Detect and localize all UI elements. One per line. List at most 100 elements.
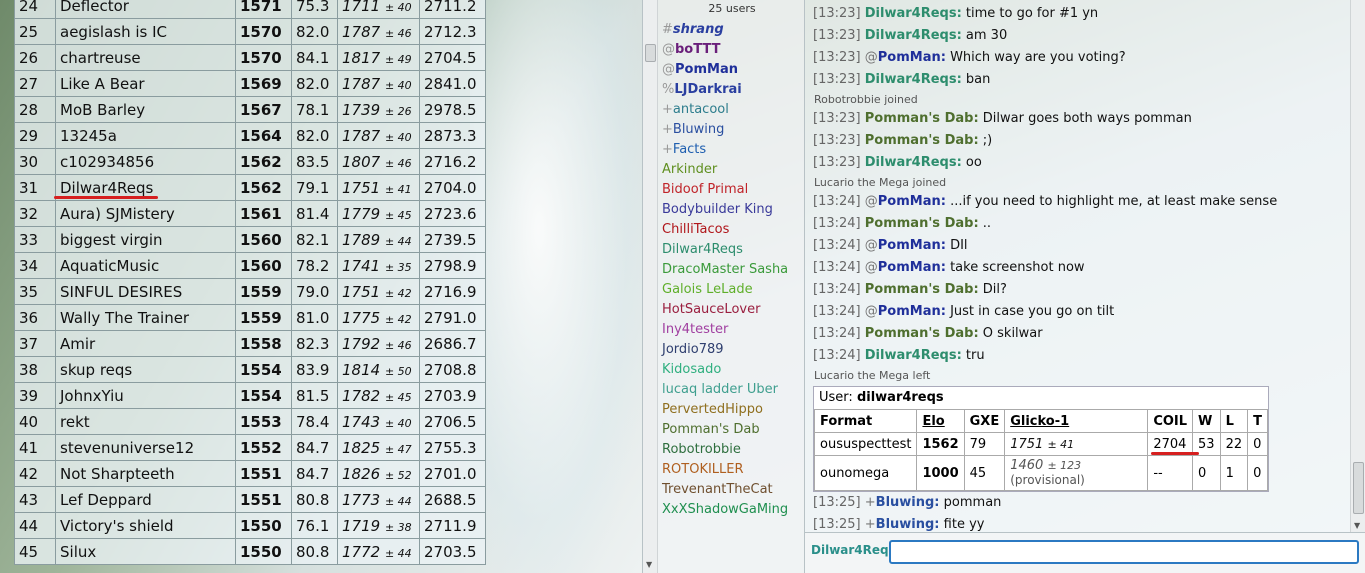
player-name-cell[interactable]: skup reqs — [55, 356, 236, 383]
user-name[interactable]: TrevenantTheCat — [662, 482, 773, 497]
user-name[interactable]: Iny4tester — [662, 322, 728, 337]
chat-username-text[interactable]: Pomman's Dab: — [865, 133, 979, 148]
player-name-cell[interactable]: Silux — [55, 538, 236, 565]
userlist-item[interactable]: ChilliTacos — [662, 220, 788, 240]
chat-username-text[interactable]: Dilwar4Reqs: — [865, 155, 962, 170]
chat-username[interactable]: Pomman's Dab: — [865, 133, 979, 148]
user-name[interactable]: Facts — [673, 142, 706, 157]
chat-username-text[interactable]: PomMan: — [878, 304, 946, 319]
userlist-item[interactable]: Iny4tester — [662, 320, 788, 340]
userlist-item[interactable]: lucaq ladder Uber — [662, 380, 788, 400]
player-name-cell[interactable]: Amir — [55, 330, 236, 357]
user-name[interactable]: PomMan — [675, 62, 738, 77]
user-name[interactable]: Robotrobbie — [662, 442, 741, 457]
scroll-down-arrow-icon[interactable]: ▼ — [646, 560, 652, 569]
user-name[interactable]: ChilliTacos — [662, 222, 729, 237]
user-name[interactable]: Kidosado — [662, 362, 721, 377]
userlist-item[interactable]: TrevenantTheCat — [662, 480, 788, 500]
userlist-item[interactable]: Robotrobbie — [662, 440, 788, 460]
chat-username[interactable]: @PomMan: — [865, 304, 946, 319]
userlist-item[interactable]: XxXShadowGaMing — [662, 500, 788, 520]
chat-username[interactable]: Pomman's Dab: — [865, 216, 979, 231]
chat-username-text[interactable]: Pomman's Dab: — [865, 282, 979, 297]
chat-username-text[interactable]: PomMan: — [878, 260, 946, 275]
chat-username-text[interactable]: Bluwing: — [876, 495, 940, 510]
userlist-item[interactable]: Bodybuilder King — [662, 200, 788, 220]
chat-username[interactable]: Dilwar4Reqs: — [865, 348, 962, 363]
userlist-scroll-thumb[interactable] — [645, 44, 656, 62]
user-name[interactable]: Galois LeLade — [662, 282, 753, 297]
player-name-cell[interactable]: Wally The Trainer — [55, 304, 236, 331]
chat-username-text[interactable]: Pomman's Dab: — [865, 111, 979, 126]
chat-username-text[interactable]: Dilwar4Reqs: — [865, 6, 962, 21]
player-name-cell[interactable]: Aura) SJMistery — [55, 200, 236, 227]
chat-username[interactable]: Dilwar4Reqs: — [865, 28, 962, 43]
chat-username-text[interactable]: PomMan: — [878, 194, 946, 209]
userlist-item[interactable]: Galois LeLade — [662, 280, 788, 300]
user-name[interactable]: Bodybuilder King — [662, 202, 773, 217]
rank-popup-username[interactable]: dilwar4reqs — [857, 390, 944, 405]
userlist-item[interactable]: +antacool — [662, 100, 788, 120]
chat-username-text[interactable]: PomMan: — [878, 238, 946, 253]
userlist-item[interactable]: %LJDarkrai — [662, 80, 788, 100]
chat-username-text[interactable]: Pomman's Dab: — [865, 326, 979, 341]
userlist-item[interactable]: Bidoof Primal — [662, 180, 788, 200]
user-name[interactable]: Dilwar4Reqs — [662, 242, 743, 257]
userlist-item[interactable]: Dilwar4Reqs — [662, 240, 788, 260]
player-name-cell[interactable]: Not Sharpteeth — [55, 460, 236, 487]
chat-username[interactable]: Pomman's Dab: — [865, 111, 979, 126]
chat-username[interactable]: @PomMan: — [865, 260, 946, 275]
userlist-item[interactable]: Pomman's Dab — [662, 420, 788, 440]
userlist-item[interactable]: Kidosado — [662, 360, 788, 380]
user-name[interactable]: DracoMaster Sasha — [662, 262, 788, 277]
player-name-cell[interactable]: MoB Barley — [55, 96, 236, 123]
user-name[interactable]: Pomman's Dab — [662, 422, 760, 437]
player-name-cell[interactable]: 13245a — [55, 122, 236, 149]
player-name-cell[interactable]: aegislash is IC — [55, 18, 236, 45]
chat-username[interactable]: +Bluwing: — [865, 495, 940, 510]
chat-scroll-thumb[interactable] — [1353, 462, 1364, 514]
player-name-cell[interactable]: JohnxYiu — [55, 382, 236, 409]
chat-scrollbar[interactable]: ▼ — [1350, 0, 1365, 532]
chat-input[interactable] — [889, 540, 1359, 564]
userlist-item[interactable]: @PomMan — [662, 60, 788, 80]
chat-username-text[interactable]: Bluwing: — [876, 517, 940, 532]
user-name[interactable]: Bidoof Primal — [662, 182, 748, 197]
chat-username[interactable]: @PomMan: — [865, 238, 946, 253]
player-name-cell[interactable]: c102934856 — [55, 148, 236, 175]
user-name[interactable]: HotSauceLover — [662, 302, 760, 317]
chat-username[interactable]: Pomman's Dab: — [865, 326, 979, 341]
chat-username[interactable]: @PomMan: — [865, 50, 946, 65]
player-name-cell[interactable]: AquaticMusic — [55, 252, 236, 279]
chat-username-text[interactable]: Dilwar4Reqs: — [865, 348, 962, 363]
user-name[interactable]: LJDarkrai — [674, 82, 741, 97]
userlist-item[interactable]: +Bluwing — [662, 120, 788, 140]
chat-username-text[interactable]: Pomman's Dab: — [865, 216, 979, 231]
user-name[interactable]: Jordio789 — [662, 342, 724, 357]
player-name-cell[interactable]: Like A Bear — [55, 70, 236, 97]
user-name[interactable]: PervertedHippo — [662, 402, 763, 417]
chat-username-text[interactable]: PomMan: — [878, 50, 946, 65]
user-name[interactable]: boTTT — [675, 42, 720, 57]
self-username[interactable]: Dilwar4Req — [811, 543, 889, 557]
user-name[interactable]: lucaq ladder Uber — [662, 382, 778, 397]
chat-username[interactable]: Pomman's Dab: — [865, 282, 979, 297]
chat-username[interactable]: @PomMan: — [865, 194, 946, 209]
user-name[interactable]: antacool — [673, 102, 729, 117]
chat-username[interactable]: Dilwar4Reqs: — [865, 6, 962, 21]
userlist-item[interactable]: ROTOKILLER — [662, 460, 788, 480]
userlist-item[interactable]: HotSauceLover — [662, 300, 788, 320]
chat-username[interactable]: Dilwar4Reqs: — [865, 72, 962, 87]
player-name-cell[interactable]: rekt — [55, 408, 236, 435]
userlist-item[interactable]: DracoMaster Sasha — [662, 260, 788, 280]
user-name[interactable]: shrang — [673, 22, 724, 37]
userlist-scrollbar[interactable]: ▼ — [643, 0, 658, 573]
userlist-item[interactable]: PervertedHippo — [662, 400, 788, 420]
userlist-item[interactable]: +Facts — [662, 140, 788, 160]
userlist-item[interactable]: Arkinder — [662, 160, 788, 180]
user-name[interactable]: Arkinder — [662, 162, 717, 177]
chat-username[interactable]: +Bluwing: — [865, 517, 940, 532]
chat-username[interactable]: Dilwar4Reqs: — [865, 155, 962, 170]
userlist-item[interactable]: @boTTT — [662, 40, 788, 60]
user-name[interactable]: XxXShadowGaMing — [662, 502, 788, 517]
